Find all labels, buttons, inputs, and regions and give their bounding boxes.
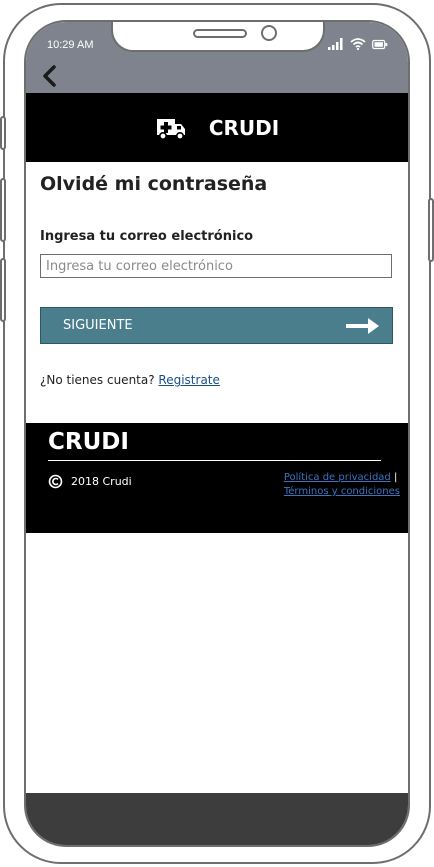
phone-volume-down-button [0,258,6,322]
phone-camera [261,25,277,41]
wifi-icon [350,38,366,50]
copyright-icon [48,474,63,489]
app-footer: CRUDI 2018 Crudi Política de privacidad … [26,423,408,533]
phone-volume-up-button [0,178,6,242]
app-brand: CRUDI [208,115,280,140]
app-header: CRUDI [26,93,408,162]
signup-link[interactable]: Registrate [158,373,219,387]
footer-brand: CRUDI [48,429,129,455]
status-time: 10:29 AM [47,39,94,51]
signup-prompt: ¿No tienes cuenta? Registrate [40,373,220,387]
status-bar: 10:29 AM [26,22,408,93]
arrow-right-icon [346,317,379,334]
phone-side-button [0,116,6,150]
privacy-policy-link[interactable]: Política de privacidad [284,472,391,483]
footer-links: Política de privacidad | Términos y cond… [284,471,400,499]
next-button-label: SIGUIENTE [63,318,133,333]
email-field[interactable] [40,254,392,278]
ambulance-icon [156,118,185,140]
phone-notch [111,22,325,52]
next-button[interactable]: SIGUIENTE [40,307,393,344]
copyright-text: 2018 Crudi [71,475,132,488]
email-label: Ingresa tu correo electrónico [40,229,254,244]
phone-speaker [193,29,247,38]
bottom-bar [26,793,408,845]
back-arrow-icon[interactable] [40,64,60,88]
page-title: Olvidé mi contraseña [40,173,268,195]
signal-icon [328,38,343,50]
footer-copyright: 2018 Crudi [48,474,132,489]
battery-icon [372,39,388,50]
phone-screen: 10:29 AM CRUDI Olvidé mi contraseña Ingr… [24,20,410,847]
phone-power-button [428,198,434,262]
signup-text: ¿No tienes cuenta? [40,373,159,387]
status-icons [328,38,388,50]
footer-link-separator: | [390,472,398,483]
footer-divider [48,460,381,461]
terms-link[interactable]: Términos y condiciones [284,486,400,497]
